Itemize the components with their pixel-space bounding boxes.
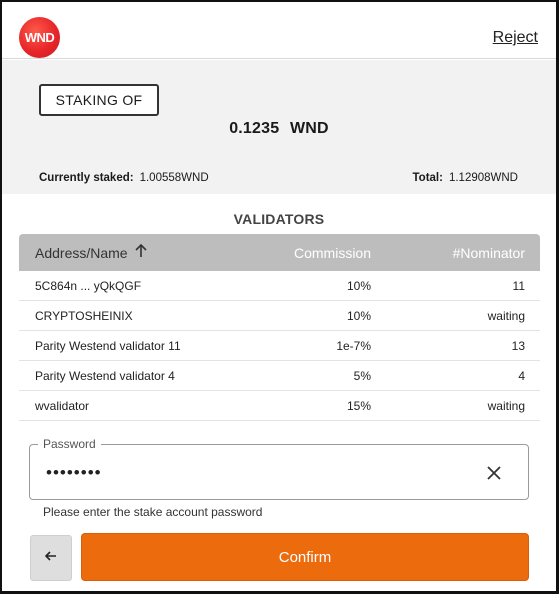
currently-staked-label: Currently staked: (39, 172, 134, 184)
back-button[interactable] (30, 535, 72, 581)
amount-unit: WND (289, 120, 329, 137)
table-row[interactable]: CRYPTOSHEINIX 10% waiting (19, 301, 540, 331)
validators-title: VALIDATORS (233, 211, 325, 227)
validator-nominator: waiting (487, 398, 525, 413)
validator-name: Parity Westend validator 4 (35, 368, 175, 383)
column-address-name[interactable]: Address/Name (19, 243, 239, 262)
total-label: Total: (412, 172, 443, 184)
wnd-logo: WND (19, 17, 60, 58)
table-header: Address/Name Commission #Nominator (19, 234, 540, 271)
validator-name: 5C864n ... yQkQGF (35, 278, 142, 293)
validator-nominator: 4 (518, 368, 525, 383)
password-label: Password (38, 437, 101, 451)
arrow-up-icon[interactable] (135, 243, 147, 262)
reject-link[interactable]: Reject (493, 29, 538, 47)
validator-name: CRYPTOSHEINIX (35, 308, 133, 323)
validator-nominator: 11 (512, 278, 525, 293)
validators-table: Address/Name Commission #Nominator 5C864… (19, 234, 540, 421)
validator-commission: 5% (353, 368, 371, 383)
table-row[interactable]: 5C864n ... yQkQGF 10% 11 (19, 271, 540, 301)
validator-nominator: 13 (511, 338, 525, 353)
validator-commission: 10% (346, 278, 371, 293)
confirm-button[interactable]: Confirm (81, 533, 529, 581)
staking-amount: 0.1235 WND (2, 120, 556, 138)
validator-commission: 1e-7% (336, 338, 371, 353)
validator-commission: 15% (346, 398, 371, 413)
close-icon[interactable] (480, 459, 508, 487)
password-field[interactable]: Password (29, 437, 529, 500)
column-address-name-label: Address/Name (35, 244, 128, 261)
validator-commission: 10% (346, 308, 371, 323)
total-value: 1.12908WND (448, 172, 518, 184)
header: WND Reject (2, 2, 556, 59)
staking-of-label: STAKING OF (39, 84, 159, 116)
column-nominator[interactable]: #Nominator (371, 245, 540, 261)
validator-name: Parity Westend validator 11 (35, 338, 181, 353)
table-row[interactable]: wvalidator 15% waiting (19, 391, 540, 421)
total-staked: Total: 1.12908WND (413, 172, 519, 184)
validator-name: wvalidator (35, 398, 90, 413)
table-row[interactable]: Parity Westend validator 11 1e-7% 13 (19, 331, 540, 361)
validator-nominator: waiting (487, 308, 525, 323)
column-commission[interactable]: Commission (239, 245, 371, 261)
password-helper-text: Please enter the stake account password (43, 505, 263, 519)
currently-staked: Currently staked: 1.00558WND (39, 172, 209, 184)
currently-staked-value: 1.00558WND (139, 172, 209, 184)
password-input[interactable] (44, 461, 464, 485)
staking-popup: WND Reject STAKING OF 0.1235 WND Current… (0, 0, 559, 594)
table-row[interactable]: Parity Westend validator 4 5% 4 (19, 361, 540, 391)
amount-value: 0.1235 (229, 120, 280, 137)
staking-summary: STAKING OF 0.1235 WND Currently staked: 1… (2, 60, 556, 194)
arrow-left-icon (44, 549, 57, 567)
